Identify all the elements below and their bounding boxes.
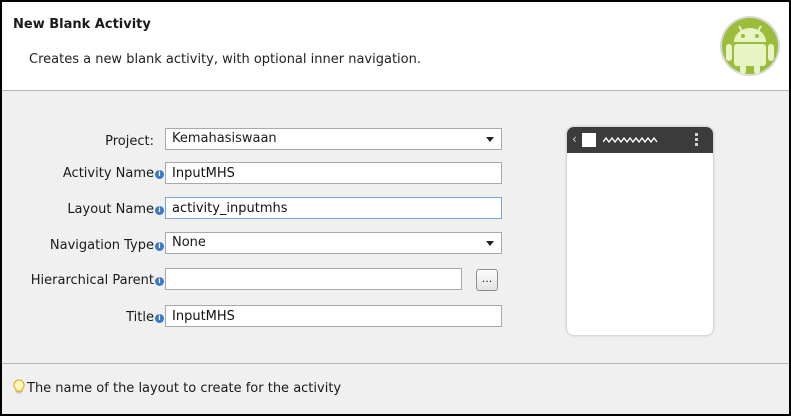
title-placeholder-icon <box>603 136 658 144</box>
footer-divider <box>2 363 789 364</box>
info-icon: i <box>155 277 164 286</box>
navigation-type-value: None <box>172 235 206 250</box>
info-icon: i <box>155 242 164 251</box>
page-description: Creates a new blank activity, with optio… <box>29 52 421 67</box>
hierarchical-parent-label: Hierarchical Parent i <box>31 273 164 288</box>
chevron-down-icon <box>486 241 494 246</box>
activity-name-label: Activity Name i <box>63 166 164 181</box>
chevron-down-icon <box>486 137 494 142</box>
project-label: Project: <box>105 134 154 149</box>
lightbulb-icon <box>13 379 25 394</box>
title-label: Title i <box>126 310 164 325</box>
app-icon <box>582 133 596 147</box>
back-caret-icon: ‹ <box>572 132 577 146</box>
layout-name-label: Layout Name i <box>67 202 164 217</box>
status-text: The name of the layout to create for the… <box>27 381 342 396</box>
hierarchical-parent-input[interactable] <box>165 268 462 290</box>
preview-action-bar: ‹ <box>567 127 713 153</box>
title-input[interactable] <box>165 305 502 327</box>
overflow-menu-icon <box>695 133 699 147</box>
android-logo-icon <box>720 16 780 76</box>
navigation-type-select[interactable]: None <box>165 232 502 254</box>
wizard-window: New Blank Activity Creates a new blank a… <box>0 0 791 416</box>
info-icon: i <box>155 206 164 215</box>
activity-name-input[interactable] <box>165 162 502 184</box>
project-select-value: Kemahasiswaan <box>172 131 277 146</box>
page-title: New Blank Activity <box>13 17 151 32</box>
status-message: The name of the layout to create for the… <box>13 379 341 396</box>
project-select[interactable]: Kemahasiswaan <box>165 128 502 150</box>
layout-name-input[interactable] <box>165 197 502 219</box>
navigation-type-label: Navigation Type i <box>50 238 164 253</box>
info-icon: i <box>155 314 164 323</box>
activity-preview: ‹ <box>566 126 714 336</box>
browse-button[interactable]: ... <box>476 269 498 291</box>
wizard-header: New Blank Activity Creates a new blank a… <box>2 2 789 91</box>
info-icon: i <box>155 170 164 179</box>
